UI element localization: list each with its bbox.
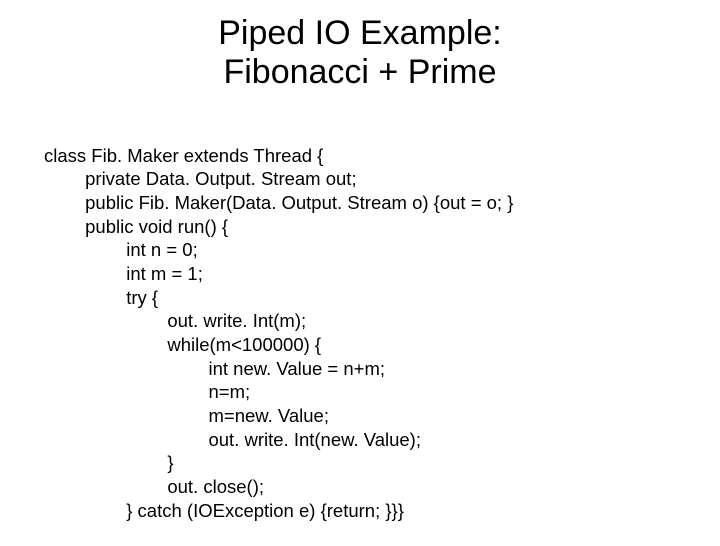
code-line: out. write. Int(m); bbox=[44, 310, 306, 331]
code-line: } catch (IOException e) {return; }}} bbox=[44, 500, 404, 521]
code-line: public void run() { bbox=[44, 216, 228, 237]
code-line: try { bbox=[44, 287, 158, 308]
code-line: public Fib. Maker(Data. Output. Stream o… bbox=[44, 192, 513, 213]
code-line: n=m; bbox=[44, 381, 250, 402]
code-line: out. write. Int(new. Value); bbox=[44, 429, 421, 450]
code-line: int new. Value = n+m; bbox=[44, 358, 385, 379]
code-line: out. close(); bbox=[44, 476, 264, 497]
code-line: } bbox=[44, 452, 174, 473]
slide-title: Piped IO Example: Fibonacci + Prime bbox=[0, 0, 720, 92]
code-line: private Data. Output. Stream out; bbox=[44, 168, 357, 189]
code-block: class Fib. Maker extends Thread { privat… bbox=[44, 120, 513, 546]
title-line-1: Piped IO Example: bbox=[0, 14, 720, 53]
code-line: int n = 0; bbox=[44, 239, 198, 260]
code-line: class Fib. Maker extends Thread { bbox=[44, 145, 323, 166]
code-line: int m = 1; bbox=[44, 263, 203, 284]
slide: Piped IO Example: Fibonacci + Prime clas… bbox=[0, 0, 720, 540]
code-line: while(m<100000) { bbox=[44, 334, 321, 355]
code-line: m=new. Value; bbox=[44, 405, 329, 426]
title-line-2: Fibonacci + Prime bbox=[0, 53, 720, 92]
